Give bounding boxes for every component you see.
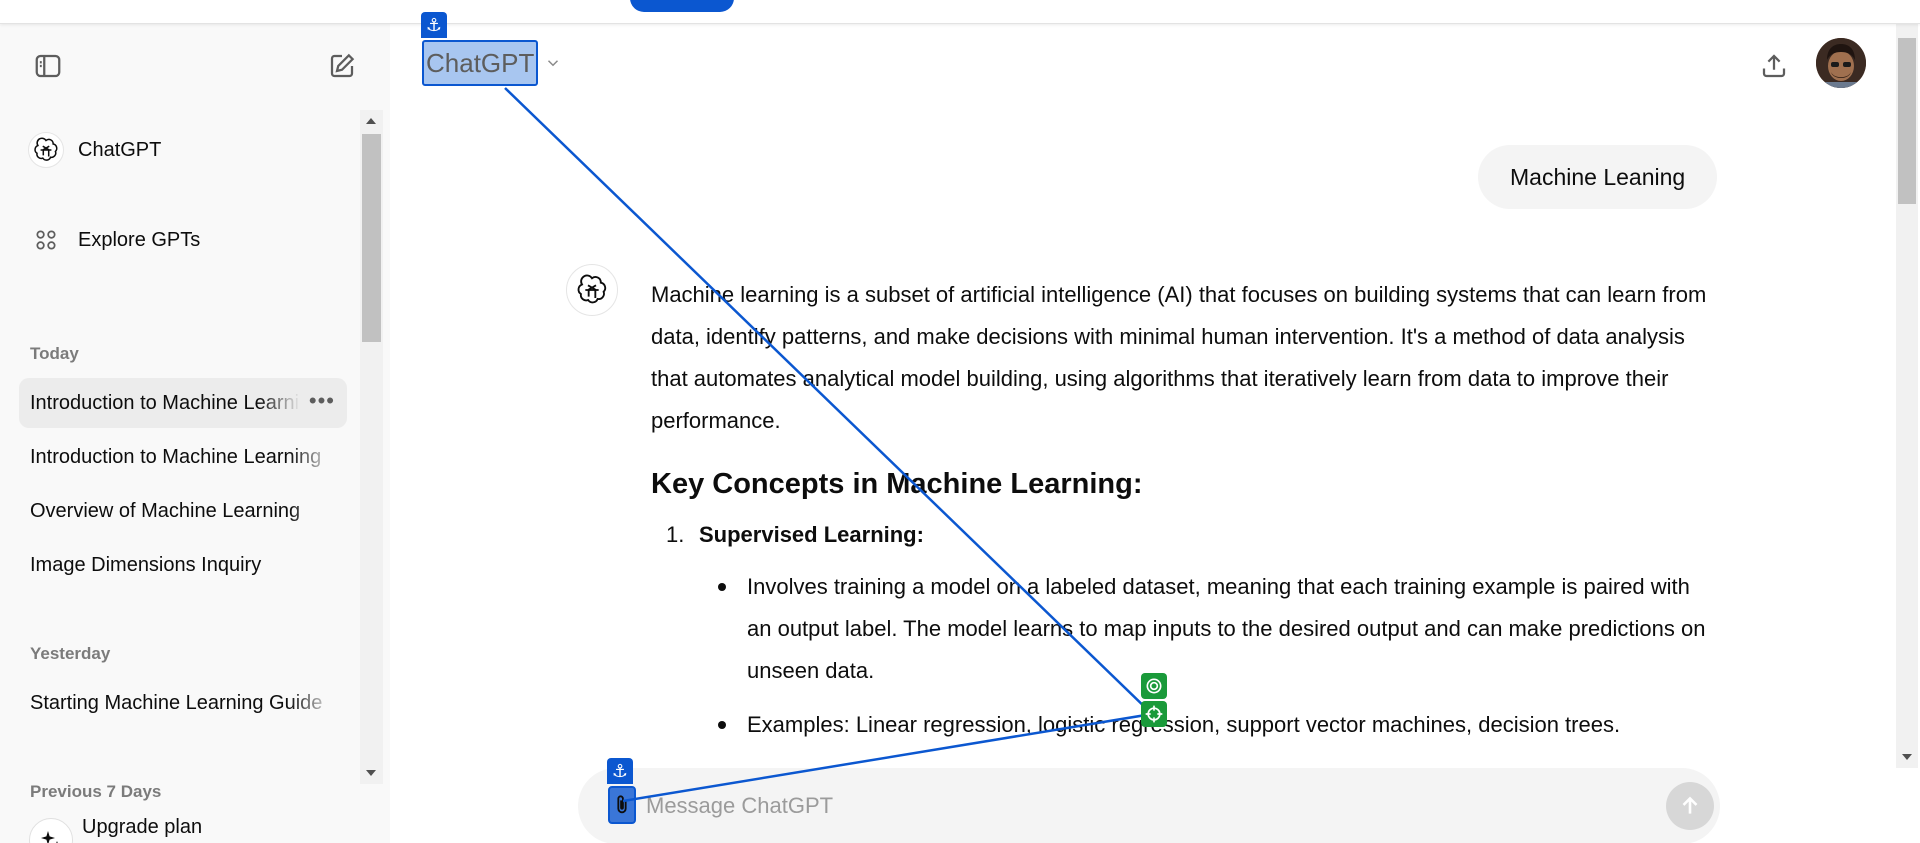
sparkles-icon [29, 818, 73, 843]
user-avatar[interactable] [1816, 38, 1866, 88]
assistant-avatar [566, 264, 618, 316]
message-composer [578, 768, 1720, 843]
more-options-icon[interactable]: ••• [309, 390, 335, 412]
chat-item[interactable]: Overview of Machine Learning [19, 486, 347, 536]
paperclip-icon [617, 795, 627, 814]
scrollbar-thumb[interactable] [362, 134, 381, 342]
scroll-down-arrow-icon[interactable] [1902, 754, 1912, 760]
upgrade-plan-label: Upgrade plan [82, 816, 203, 838]
assistant-intro-paragraph: Machine learning is a subset of artifici… [651, 282, 1707, 433]
chat-item[interactable]: Introduction to Machine Learning [19, 432, 347, 482]
message-input[interactable] [646, 784, 1606, 828]
scroll-up-arrow-icon[interactable] [366, 118, 376, 124]
arrow-up-icon [1682, 796, 1698, 814]
chat-item-label: Introduction to Machine Learning [30, 445, 322, 468]
sidebar-toggle-button[interactable] [28, 46, 68, 86]
grid-dots-icon [28, 222, 64, 258]
sidebar: ChatGPT Explore GPTs Today Introduction … [0, 24, 390, 843]
sidebar-item-label: Explore GPTs [78, 228, 201, 251]
pencil-square-icon [330, 53, 355, 78]
assistant-message: Machine learning is a subset of artifici… [651, 274, 1711, 758]
assistant-heading: Key Concepts in Machine Learning: [651, 468, 1143, 500]
item-title: Supervised Learning: [699, 522, 924, 547]
chat-scrollbar[interactable] [1896, 24, 1918, 768]
sidebar-item-chatgpt[interactable]: ChatGPT [20, 126, 346, 174]
chat-item-label: Overview of Machine Learning [30, 499, 301, 522]
model-selector[interactable]: ChatGPT [422, 40, 562, 86]
chat-item-active[interactable]: Introduction to Machine Learning ••• [19, 378, 347, 428]
scroll-down-arrow-icon[interactable] [366, 770, 376, 776]
chat-item[interactable]: Starting Machine Learning Guide [19, 678, 347, 728]
section-title-yesterday: Yesterday [30, 644, 111, 663]
sidebar-scrollbar[interactable] [360, 110, 383, 784]
avatar-image [1816, 38, 1866, 88]
chat-main: ChatGPT Machine Leaning Machine learning… [390, 24, 1920, 843]
numbered-item: 1. Supervised Learning: [666, 514, 1711, 556]
user-message-text: Machine Leaning [1510, 163, 1686, 190]
bullet-list: Involves training a model on a labeled d… [712, 566, 1711, 746]
user-message-bubble: Machine Leaning [1478, 145, 1718, 209]
chevron-down-icon [548, 60, 559, 67]
chat-item-label: Starting Machine Learning Guide [30, 691, 323, 714]
openai-logo-icon [577, 274, 607, 304]
upgrade-plan-button[interactable]: Upgrade plan [20, 788, 346, 843]
sidebar-item-explore-gpts[interactable]: Explore GPTs [20, 216, 346, 264]
top-pill-button[interactable] [630, 0, 734, 12]
share-upload-icon [1762, 54, 1786, 78]
chat-item-label: Introduction to Machine Learning [30, 391, 300, 414]
openai-logo-icon [28, 132, 64, 168]
sidebar-toggle-icon [35, 54, 61, 78]
bullet-item: Examples: Linear regression, logistic re… [712, 704, 1711, 746]
model-name: ChatGPT [422, 40, 539, 86]
chat-item[interactable]: Image Dimensions Inquiry [19, 540, 347, 590]
attach-button[interactable] [608, 786, 636, 824]
top-strip [0, 0, 1920, 24]
sidebar-item-label: ChatGPT [78, 138, 162, 161]
chat-item-label: Image Dimensions Inquiry [30, 553, 262, 576]
new-chat-button[interactable] [322, 46, 362, 86]
share-button[interactable] [1750, 42, 1798, 90]
app-window: ChatGPT Explore GPTs Today Introduction … [0, 0, 1920, 843]
send-button[interactable] [1666, 782, 1714, 830]
bullet-item: Involves training a model on a labeled d… [712, 566, 1711, 692]
scrollbar-thumb[interactable] [1898, 38, 1916, 204]
chat-history-list: ChatGPT Explore GPTs Today Introduction … [0, 112, 360, 843]
item-number: 1. [666, 522, 685, 547]
section-title-today: Today [30, 344, 79, 363]
